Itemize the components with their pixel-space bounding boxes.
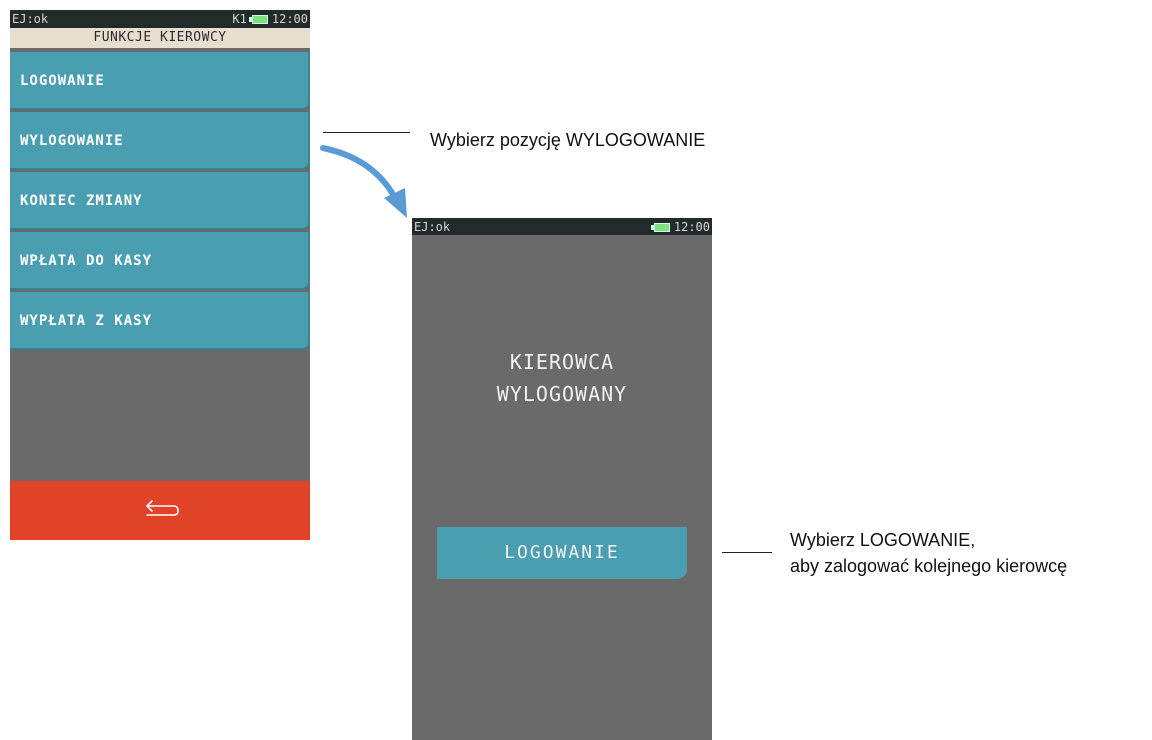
login-button[interactable]: LOGOWANIE [437, 527, 687, 579]
driver-status-message: KIEROWCA WYLOGOWANY [412, 346, 712, 410]
callout-line-2 [722, 552, 772, 553]
message-line-1: KIEROWCA [509, 350, 615, 374]
menu-item-wplata-do-kasy[interactable]: WPŁATA DO KASY [10, 232, 310, 290]
driver-logged-out-screen: EJ:ok 12:00 KIEROWCA WYLOGOWANY LOGOWANI… [412, 218, 712, 740]
ej-status: EJ:ok [414, 220, 451, 234]
status-bar: EJ:ok K1 12:00 [10, 10, 310, 28]
caption-select-login: Wybierz LOGOWANIE, aby zalogować kolejne… [790, 527, 1067, 579]
message-line-2: WYLOGOWANY [496, 382, 628, 406]
driver-indicator: K1 [232, 12, 247, 26]
status-bar: EJ:ok 12:00 [412, 218, 712, 235]
menu-item-wyplata-z-kasy[interactable]: WYPŁATA Z KASY [10, 292, 310, 350]
callout-line-1 [323, 132, 410, 133]
caption-line-1: Wybierz LOGOWANIE, [790, 530, 976, 550]
battery-icon [248, 14, 268, 24]
driver-functions-screen: EJ:ok K1 12:00 FUNKCJE KIEROWCY LOGOWANI… [10, 10, 310, 540]
menu-item-logowanie[interactable]: LOGOWANIE [10, 52, 310, 110]
return-arrow-icon [146, 500, 179, 516]
menu-item-koniec-zmiany[interactable]: KONIEC ZMIANY [10, 172, 310, 230]
status-right: K1 12:00 [232, 12, 308, 26]
caption-select-logout: Wybierz pozycję WYLOGOWANIE [430, 130, 706, 150]
ej-status: EJ:ok [12, 12, 49, 26]
status-right: 12:00 [650, 220, 710, 234]
caption-line-2: aby zalogować kolejnego kierowcę [790, 556, 1068, 576]
curved-arrow-icon [320, 145, 407, 218]
battery-icon [650, 222, 670, 232]
page-title: FUNKCJE KIEROWCY [10, 28, 310, 48]
clock: 12:00 [673, 220, 710, 234]
back-button[interactable] [10, 481, 310, 540]
menu-item-wylogowanie[interactable]: WYLOGOWANIE [10, 112, 310, 170]
clock: 12:00 [271, 12, 308, 26]
